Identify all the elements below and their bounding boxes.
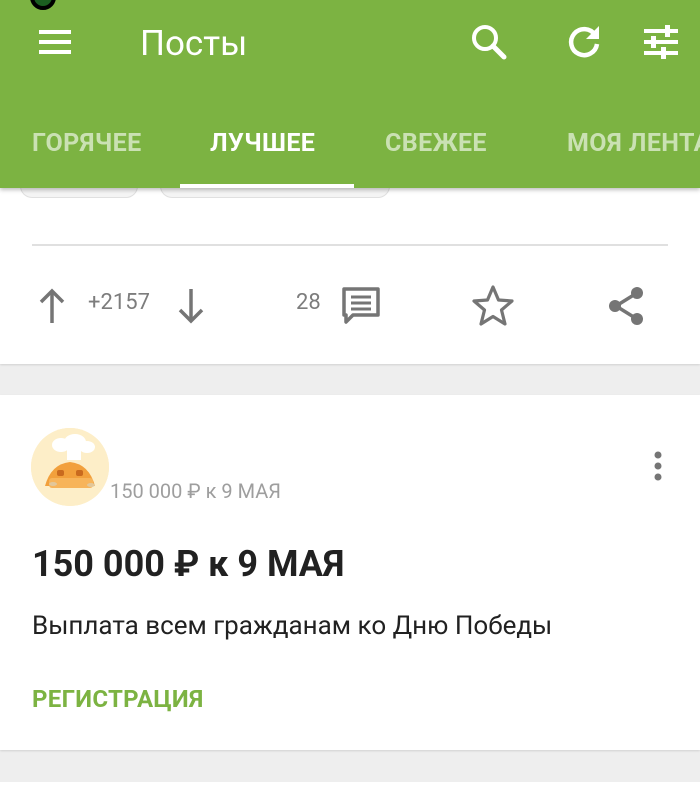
active-tab-indicator — [180, 184, 354, 188]
ad-author[interactable]: 150 000 ₽ к 9 МАЯ — [110, 479, 281, 503]
refresh-icon[interactable] — [560, 18, 608, 66]
avatar[interactable] — [31, 428, 109, 506]
divider — [32, 244, 668, 246]
star-icon[interactable] — [469, 282, 517, 330]
ad-description: Выплата всем гражданам ко Дню Победы — [32, 611, 553, 641]
app-bar: Посты ГОРЯЧЕЕ ЛУЧШЕЕ СВЕЖЕЕ МОЯ ЛЕНТА — [0, 0, 700, 188]
status-bar-indicator — [30, 0, 56, 10]
filter-settings-icon[interactable] — [637, 18, 685, 66]
arrow-up-icon[interactable] — [28, 282, 76, 330]
search-icon[interactable] — [465, 18, 513, 66]
tab-best[interactable]: ЛУЧШЕЕ — [210, 100, 315, 188]
ad-card[interactable]: 150 000 ₽ к 9 МАЯ 150 000 ₽ к 9 МАЯ Выпл… — [0, 395, 700, 750]
post-actions: +2157 28 — [0, 274, 700, 338]
next-card-edge — [0, 782, 700, 802]
page-title: Посты — [140, 23, 248, 64]
hamburger-menu-icon[interactable] — [31, 18, 79, 66]
more-vertical-icon[interactable] — [640, 445, 676, 489]
rating-counter: +2157 — [88, 290, 150, 315]
tab-my-feed[interactable]: МОЯ ЛЕНТА — [567, 100, 700, 188]
register-button[interactable]: РЕГИСТРАЦИЯ — [32, 685, 204, 713]
tab-hot[interactable]: ГОРЯЧЕЕ — [32, 100, 142, 188]
ad-title[interactable]: 150 000 ₽ к 9 МАЯ — [32, 543, 344, 585]
tab-fresh[interactable]: СВЕЖЕЕ — [385, 100, 487, 188]
tab-bar: ГОРЯЧЕЕ ЛУЧШЕЕ СВЕЖЕЕ МОЯ ЛЕНТА — [0, 100, 700, 188]
comment-counter: 28 — [296, 290, 321, 315]
comment-icon[interactable] — [337, 282, 385, 330]
arrow-down-icon[interactable] — [167, 282, 215, 330]
share-icon[interactable] — [602, 282, 650, 330]
